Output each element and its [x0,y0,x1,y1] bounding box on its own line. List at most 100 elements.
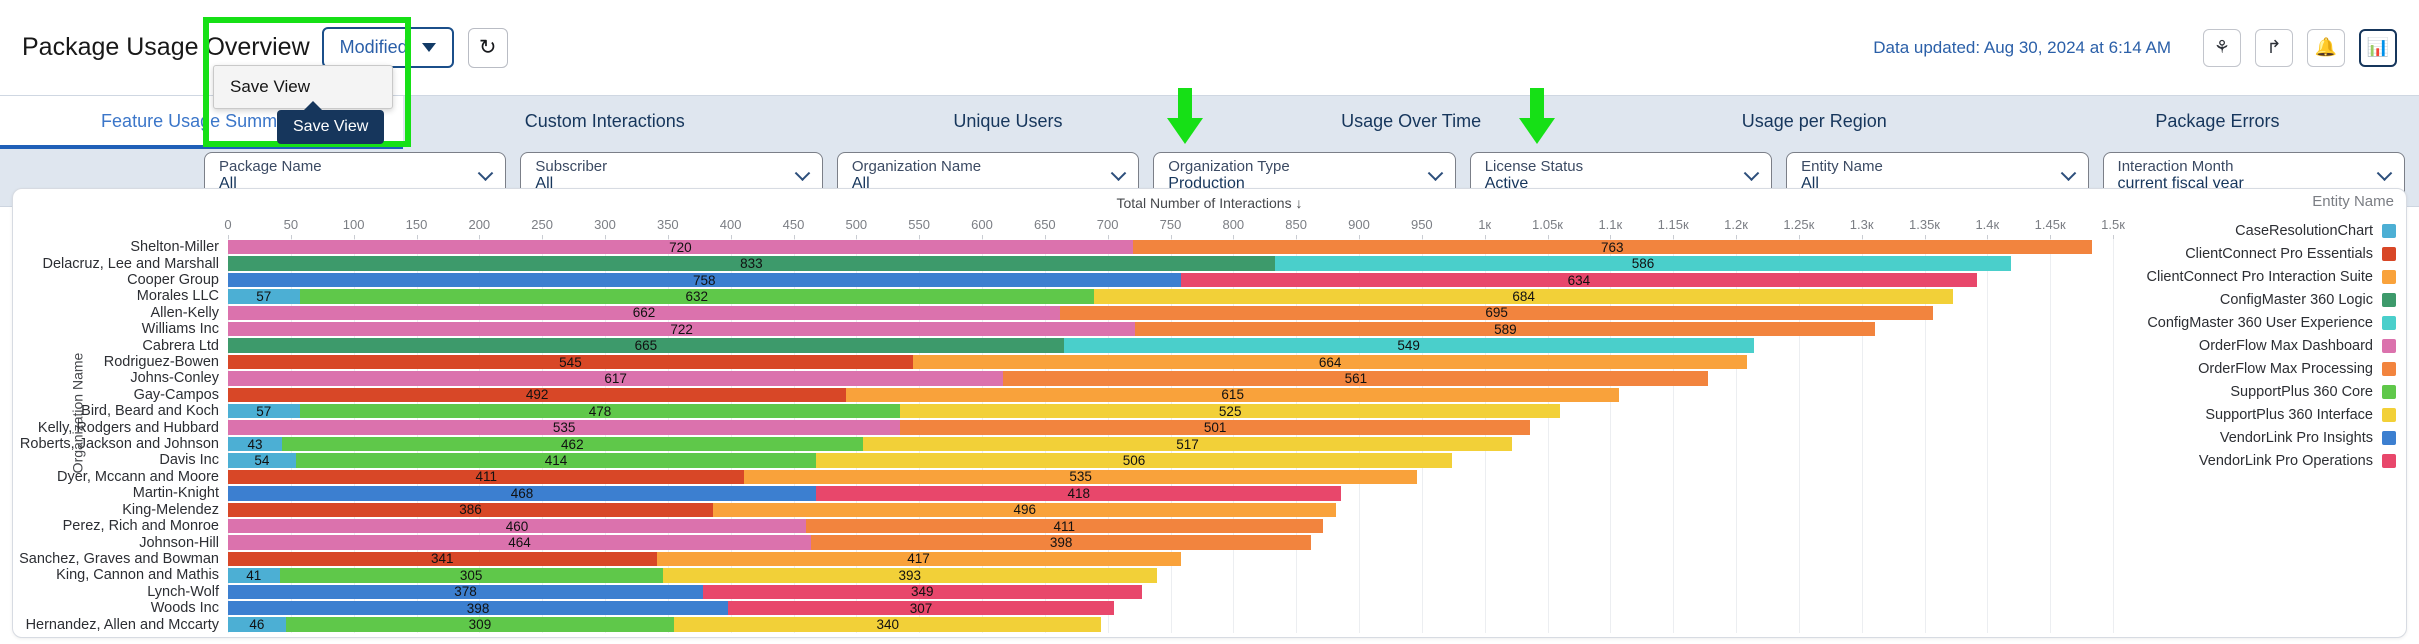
bar-row[interactable]: Williams Inc 722 589 [13,321,2113,337]
bar-segment[interactable]: 535 [744,469,1417,485]
bar-row[interactable]: Johnson-Hill 464 398 [13,534,2113,551]
bar-row[interactable]: Gay-Campos 492 615 [13,387,2113,403]
tab-usage-per-region[interactable]: Usage per Region [1613,96,2016,146]
legend-item[interactable]: ConfigMaster 360 User Experience [2111,311,2396,334]
bar-segment[interactable]: 506 [816,453,1452,468]
bar-row[interactable]: Kelly, Rodgers and Hubbard 535 501 [13,419,2113,436]
legend-item[interactable]: VendorLink Pro Operations [2111,449,2396,472]
bar-row[interactable]: Delacruz, Lee and Marshall 833 586 [13,255,2113,272]
bar-segment[interactable]: 525 [900,404,1561,419]
bar-segment[interactable]: 662 [228,305,1060,321]
bar-row[interactable]: Bird, Beard and Koch 57 478 525 [13,403,2113,419]
bar-segment[interactable]: 545 [228,354,913,370]
tab-label: Usage per Region [1741,110,1887,131]
bar-segment[interactable]: 720 [228,240,1133,255]
bar-row[interactable]: Morales LLC 57 632 684 [13,288,2113,304]
bar-segment[interactable]: 517 [862,436,1513,452]
bar-segment[interactable]: 617 [228,371,1004,386]
bar-segment[interactable]: 57 [228,289,300,304]
view-state-button[interactable]: Modified [321,27,454,68]
bar-segment[interactable]: 684 [1093,289,1954,304]
bar-segment[interactable]: 665 [228,338,1064,353]
bar-segment[interactable]: 341 [228,551,657,567]
bar-segment[interactable]: 398 [811,535,1312,550]
bar-segment[interactable]: 549 [1063,338,1754,353]
bar-row[interactable]: Hernandez, Allen and Mccarty 46 309 340 [13,616,2113,633]
bar-segment[interactable]: 46 [228,617,286,632]
legend-item[interactable]: OrderFlow Max Dashboard [2111,334,2396,357]
bar-segment[interactable]: 589 [1135,322,1876,337]
legend-item[interactable]: ConfigMaster 360 Logic [2111,288,2396,311]
chart-view-button[interactable]: 📊 [2359,28,2397,67]
bar-row[interactable]: Lynch-Wolf 378 349 [13,584,2113,600]
share-export-button[interactable]: ↱ [2255,28,2293,67]
bar-row[interactable]: Roberts, Jackson and Johnson 43 462 517 [13,436,2113,452]
bar-segment[interactable]: 695 [1059,305,1934,321]
bar-segment[interactable]: 460 [228,518,807,534]
bar-segment[interactable]: 307 [728,600,1114,616]
bar-segment[interactable]: 501 [900,420,1530,435]
bar-segment[interactable]: 492 [228,387,847,403]
tab-unique-users[interactable]: Unique Users [806,96,1209,146]
bar-row[interactable]: Cooper Group 758 634 [13,272,2113,288]
bar-row[interactable]: Cabrera Ltd 665 549 [13,337,2113,354]
bar-segment[interactable]: 411 [228,469,745,485]
bar-segment[interactable]: 615 [846,387,1620,403]
bar-segment[interactable]: 535 [228,420,901,435]
bar-segment[interactable]: 340 [674,617,1102,632]
bar-segment[interactable]: 57 [228,404,300,419]
bar-segment[interactable]: 586 [1274,256,2012,271]
bar-segment[interactable]: 349 [703,584,1142,599]
bar-segment[interactable]: 393 [662,568,1157,583]
bar-segment[interactable]: 478 [299,404,901,419]
bar-segment[interactable]: 722 [228,322,1136,337]
tab-custom-interactions[interactable]: Custom Interactions [403,96,806,146]
bar-row[interactable]: Dyer, Mccann and Moore 411 535 [13,469,2113,485]
legend-item[interactable]: SupportPlus 360 Interface [2111,403,2396,426]
bar-segment[interactable]: 43 [228,436,283,452]
legend-item[interactable]: VendorLink Pro Insights [2111,426,2396,449]
bar-segment[interactable]: 54 [228,453,296,468]
bar-segment[interactable]: 634 [1180,272,1978,288]
bar-row[interactable]: Johns-Conley 617 561 [13,370,2113,386]
bar-segment[interactable]: 309 [285,617,675,632]
refresh-button[interactable]: ↻ [467,27,508,68]
bar-row[interactable]: Martin-Knight 468 418 [13,485,2113,501]
legend-item[interactable]: SupportPlus 360 Core [2111,380,2396,403]
bar-segment[interactable]: 305 [279,568,663,583]
bar-row[interactable]: Woods Inc 398 307 [13,600,2113,616]
bar-segment[interactable]: 758 [228,272,1181,288]
bar-segment[interactable]: 378 [228,584,704,599]
bar-row[interactable]: Sanchez, Graves and Bowman 341 417 [13,551,2113,567]
bar-segment[interactable]: 664 [912,354,1748,370]
bar-segment[interactable]: 561 [1003,371,1709,386]
tab-package-errors[interactable]: Package Errors [2016,96,2419,146]
palette-icon-button[interactable]: ⚘ [2203,28,2241,67]
bar-segment[interactable]: 414 [295,453,817,468]
bar-row[interactable]: Davis Inc 54 414 506 [13,452,2113,468]
notifications-button[interactable]: 🔔 [2307,28,2345,67]
bar-row[interactable]: King-Melendez 386 496 [13,502,2113,518]
bar-segment[interactable]: 418 [816,486,1342,501]
bar-segment[interactable]: 417 [656,551,1181,567]
legend-item[interactable]: OrderFlow Max Processing [2111,357,2396,380]
bar-segment[interactable]: 41 [228,568,280,583]
bar-segment[interactable]: 411 [806,518,1323,534]
bar-segment[interactable]: 386 [228,502,714,517]
legend-item[interactable]: CaseResolutionChart [2111,219,2396,242]
bar-segment[interactable]: 833 [228,256,1275,271]
bar-segment[interactable]: 462 [282,436,863,452]
bar-segment[interactable]: 464 [228,535,812,550]
bar-segment[interactable]: 763 [1132,240,2092,255]
bar-row[interactable]: Shelton-Miller 720 763 [13,239,2113,255]
bar-segment[interactable]: 496 [713,502,1337,517]
legend-item[interactable]: ClientConnect Pro Interaction Suite [2111,265,2396,288]
bar-row[interactable]: Allen-Kelly 662 695 [13,305,2113,321]
bar-row[interactable]: King, Cannon and Mathis 41 305 393 [13,567,2113,583]
bar-row[interactable]: Rodriguez-Bowen 545 664 [13,354,2113,370]
bar-segment[interactable]: 468 [228,486,817,501]
bar-segment[interactable]: 632 [299,289,1094,304]
bar-segment[interactable]: 398 [228,600,729,616]
bar-row[interactable]: Perez, Rich and Monroe 460 411 [13,518,2113,534]
legend-item[interactable]: ClientConnect Pro Essentials [2111,242,2396,265]
